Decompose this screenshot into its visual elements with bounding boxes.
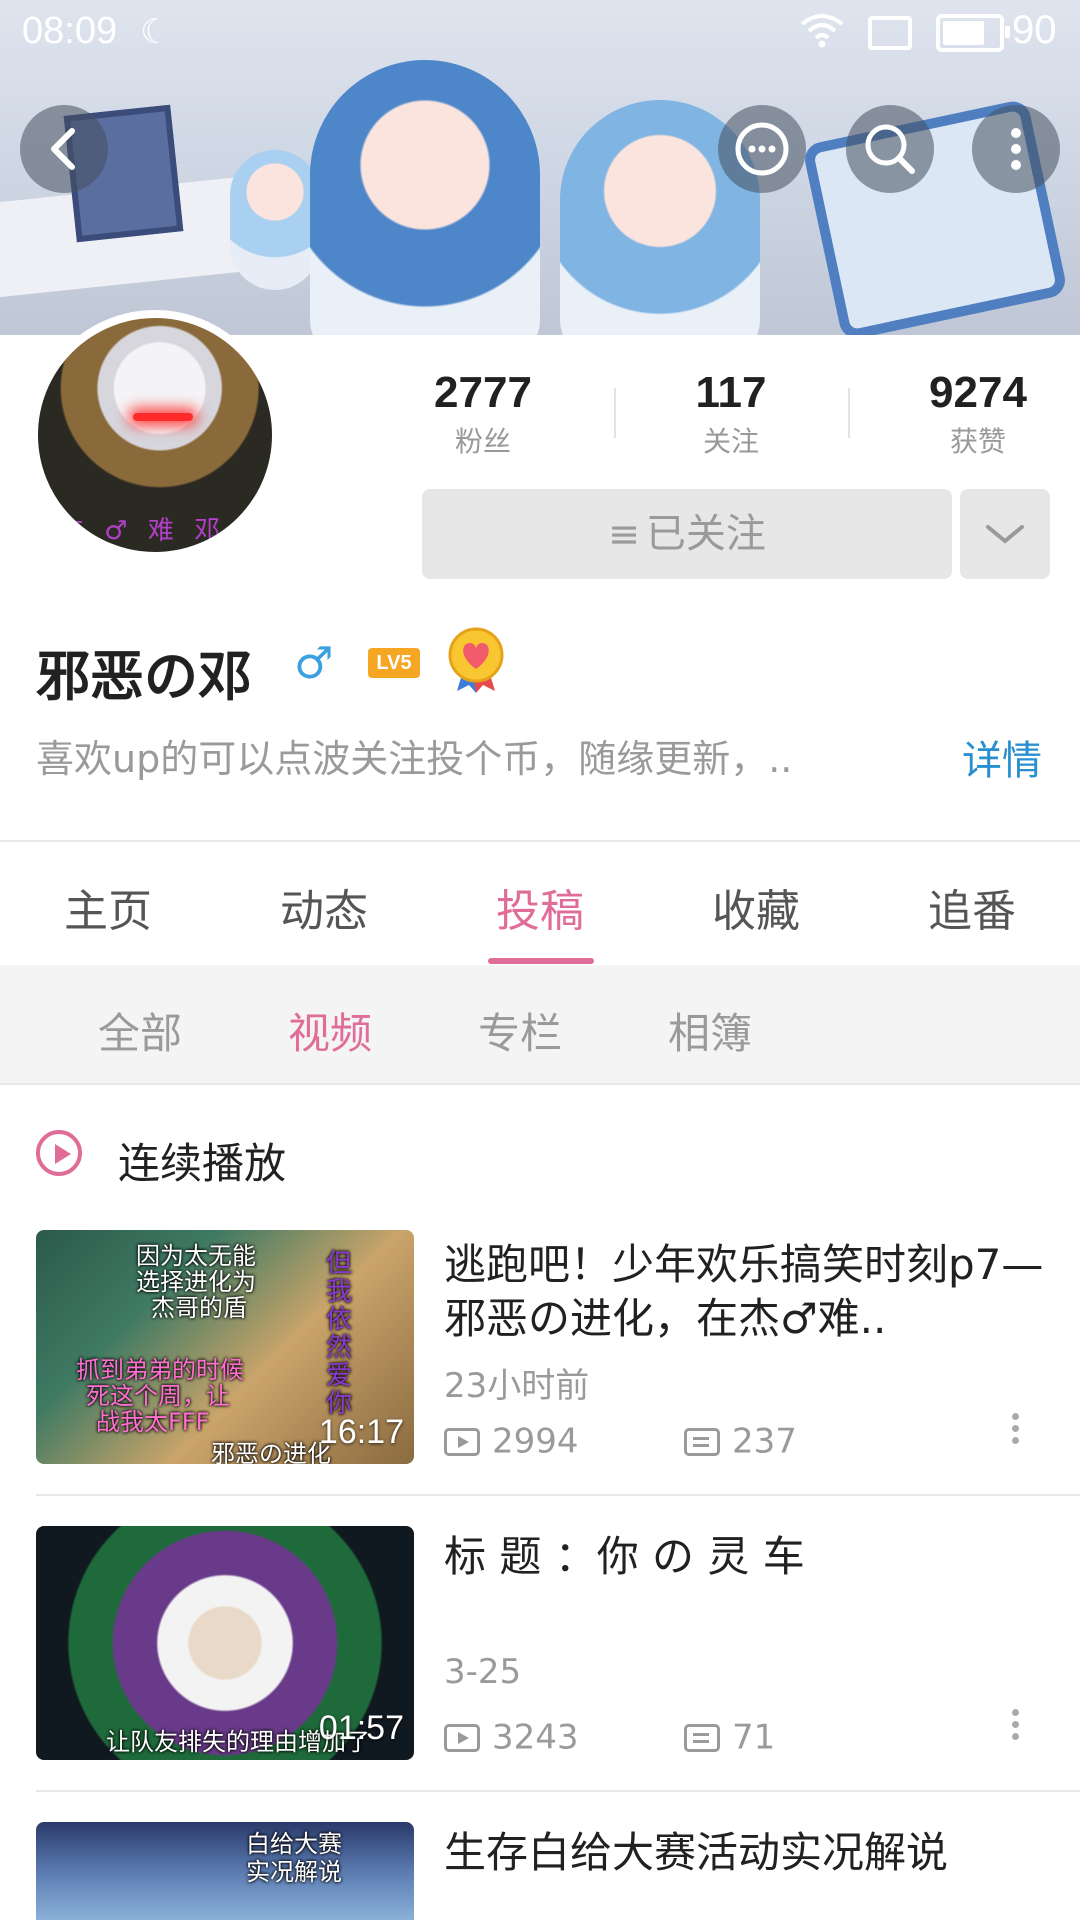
menu-icon: ≡ <box>608 512 640 556</box>
stat-following-label: 关注 <box>702 425 759 458</box>
active-tab-indicator <box>488 958 594 964</box>
video-thumbnail[interactable]: 因为太无能 选择进化为 杰哥的盾 但我依然爱你 抓到弟弟的时候 死这个周，让 战… <box>36 1230 414 1464</box>
danmaku-icon <box>684 1723 720 1752</box>
thumbnail-caption: 实况解说 <box>246 1858 342 1886</box>
divider <box>36 1790 1080 1792</box>
male-icon: ♂ <box>294 638 334 689</box>
tab-uploads[interactable]: 投稿 <box>460 875 620 939</box>
stat-likes[interactable]: 9274 获赞 <box>893 368 1063 460</box>
danmaku-count: 237 <box>732 1421 797 1462</box>
level-badge: LV5 <box>368 648 420 678</box>
play-count: 3243 <box>492 1717 579 1758</box>
video-title[interactable]: 标 题 ：你 の 灵 车 <box>444 1530 1044 1584</box>
play-count-icon <box>444 1427 480 1456</box>
video-duration: 16:17 <box>318 1413 404 1451</box>
search-icon <box>865 124 915 174</box>
stat-fans-label: 粉丝 <box>454 425 511 458</box>
video-play-count: 2994 <box>444 1420 579 1462</box>
more-button[interactable] <box>972 105 1060 193</box>
followed-button[interactable]: ≡ 已关注 <box>422 489 952 579</box>
subtab-all[interactable]: 全部 <box>98 1000 182 1061</box>
thumbnail-caption: 战我太FFF <box>96 1408 210 1436</box>
video-play-count: 3243 <box>444 1716 579 1758</box>
medal-icon[interactable] <box>445 627 507 693</box>
wifi-icon <box>800 10 844 59</box>
avatar-laser-eyes <box>133 413 193 421</box>
thumbnail-caption: 邪恶の进化 <box>211 1440 331 1464</box>
video-title[interactable]: 逃跑吧！少年欢乐搞笑时刻p7—邪恶の进化，在杰♂难.. <box>444 1238 1044 1346</box>
avatar[interactable]: 杰 ♂ 难 邓 <box>30 310 280 560</box>
divider <box>0 1083 1080 1085</box>
danmaku-icon <box>684 1427 720 1456</box>
chevron-down-icon <box>986 525 1024 544</box>
tab-home[interactable]: 主页 <box>28 875 188 939</box>
search-button[interactable] <box>846 105 934 193</box>
subtab-videos[interactable]: 视频 <box>288 1000 372 1061</box>
status-time: 08:09 <box>22 10 118 52</box>
play-count-icon <box>444 1723 480 1752</box>
stat-likes-value: 9274 <box>929 368 1027 417</box>
tab-favorites[interactable]: 收藏 <box>676 875 836 939</box>
subtab-albums[interactable]: 相簿 <box>668 1000 752 1061</box>
tab-dynamics[interactable]: 动态 <box>244 875 404 939</box>
thumbnail-caption: 但我依然爱你 <box>326 1249 353 1419</box>
avatar-caption: 杰 ♂ 难 邓 <box>58 516 227 546</box>
stat-divider <box>848 388 850 438</box>
video-date: 3-25 <box>444 1652 522 1692</box>
cast-icon <box>868 16 912 50</box>
status-bar: 08:09 ☾ 90 <box>0 0 1080 64</box>
video-thumbnail[interactable]: 让队友排失的理由增加了 01:57 <box>36 1526 414 1760</box>
video-date: 23小时前 <box>444 1366 590 1406</box>
stat-likes-label: 获赞 <box>949 425 1006 458</box>
banner-character-left <box>310 60 540 335</box>
chat-bubble-icon <box>735 122 789 176</box>
stat-fans-value: 2777 <box>434 368 532 417</box>
video-more-icon[interactable] <box>1010 1704 1020 1745</box>
video-title[interactable]: 生存白给大赛活动实况解说 <box>444 1826 1044 1880</box>
battery-icon <box>936 14 1010 52</box>
user-bio: 喜欢up的可以点波关注投个币，随缘更新，.. <box>36 737 793 781</box>
divider <box>36 1494 1080 1496</box>
play-circle-icon[interactable] <box>36 1130 82 1176</box>
video-more-icon[interactable] <box>1010 1408 1020 1449</box>
subtab-articles[interactable]: 专栏 <box>478 1000 562 1061</box>
video-duration: 01:57 <box>318 1709 404 1747</box>
message-button[interactable] <box>718 105 806 193</box>
followed-label: 已关注 <box>645 511 766 557</box>
video-danmaku-count: 71 <box>684 1716 775 1758</box>
more-vertical-icon <box>1011 128 1021 170</box>
thumbnail-caption: 杰哥的盾 <box>151 1294 247 1322</box>
divider <box>0 840 1080 842</box>
banner-character-small <box>230 150 320 290</box>
play-count: 2994 <box>492 1421 579 1462</box>
video-thumbnail[interactable]: 白给大赛 实况解说 <box>36 1822 414 1920</box>
battery-percent: 90 <box>1012 8 1057 52</box>
danmaku-count: 71 <box>732 1717 776 1758</box>
stat-following-value: 117 <box>695 368 767 417</box>
tab-bangumi[interactable]: 追番 <box>892 875 1052 939</box>
detail-link[interactable]: 详情 <box>962 728 1042 786</box>
continuous-play-label[interactable]: 连续播放 <box>118 1130 286 1191</box>
chevron-left-icon <box>51 128 75 170</box>
user-name: 邪恶の邓 <box>36 645 252 708</box>
stat-divider <box>614 388 616 438</box>
follow-dropdown-button[interactable] <box>960 489 1050 579</box>
stat-fans[interactable]: 2777 粉丝 <box>398 368 568 460</box>
stat-following[interactable]: 117 关注 <box>646 368 816 460</box>
back-button[interactable] <box>20 105 108 193</box>
video-danmaku-count: 237 <box>684 1420 797 1462</box>
moon-icon: ☾ <box>140 12 171 52</box>
